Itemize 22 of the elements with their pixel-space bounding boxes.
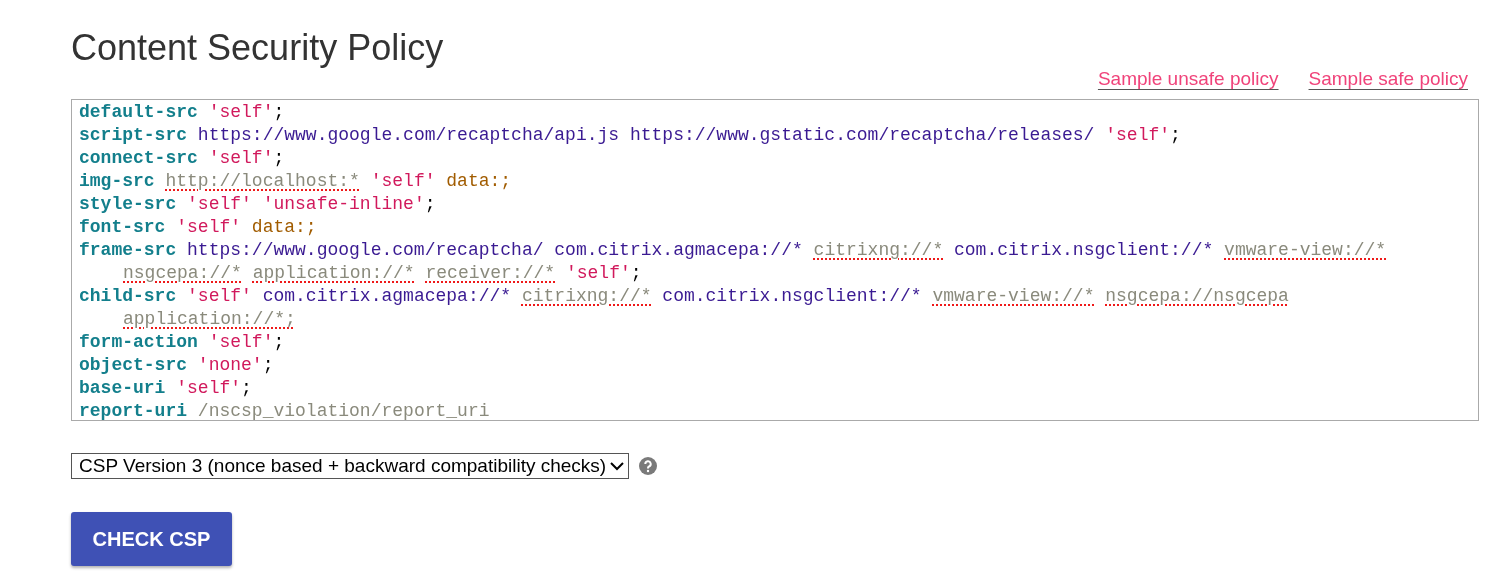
page-title: Content Security Policy — [71, 26, 444, 70]
check-csp-button[interactable]: CHECK CSP — [71, 512, 232, 566]
code-line: base-uri 'self'; — [79, 377, 253, 400]
code-line: object-src 'none'; — [79, 354, 275, 377]
code-line: connect-src 'self'; — [79, 147, 286, 170]
code-line: child-src 'self' com.citrix.agmacepa://* citrixng://* com.citrix.nsgclient://* vmware-view://* nsgcepa://nsgcepa — [79, 285, 1290, 308]
code-line: img-src http://localhost:* 'self' data:; — [79, 170, 513, 193]
sample-policy-link[interactable]: Sample safe policy — [1308, 68, 1468, 90]
code-line: form-action 'self'; — [79, 331, 286, 354]
code-line: report-uri /nscsp_violation/report_uri — [79, 400, 491, 423]
code-line: style-src 'self' 'unsafe-inline'; — [79, 193, 437, 216]
code-line: script-src https://www.google.com/recaptcha/api.js https://www.gstatic.com/recaptcha/releases/ 'self'; — [79, 124, 1182, 147]
policy-editor[interactable] — [71, 99, 1479, 421]
chevron-down-icon — [610, 461, 625, 471]
code-line: default-src 'self'; — [79, 101, 286, 124]
code-line: font-src 'self' data:; — [79, 216, 318, 239]
sample-policy-link[interactable]: Sample unsafe policy — [1097, 68, 1279, 90]
help-icon[interactable] — [639, 457, 658, 475]
code-line: frame-src https://www.google.com/recaptcha/ com.citrix.agmacepa://* citrixng://* com.citrix.nsgclient://* vmware-view://* — [79, 239, 1388, 262]
code-line: nsgcepa://* application://* receiver://* 'self'; — [122, 262, 643, 285]
version-dropdown[interactable]: CSP Version 3 (nonce based + backward compatibility checks) — [71, 453, 630, 479]
code-line: application://*; — [122, 308, 297, 331]
